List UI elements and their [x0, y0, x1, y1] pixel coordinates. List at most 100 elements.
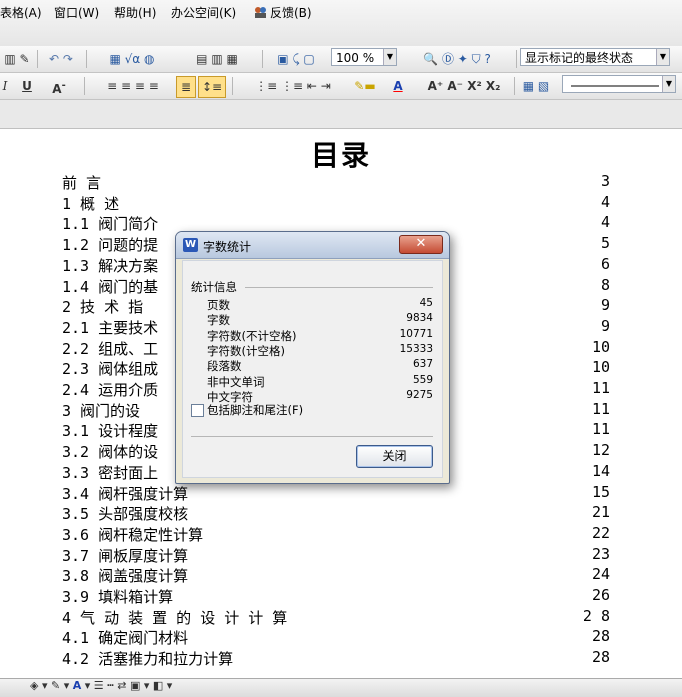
toc-entry-page: 8: [600, 275, 610, 294]
char-shading-icon[interactable]: A-: [48, 76, 70, 96]
toc-entry: 前 言 3: [62, 172, 610, 192]
word-count-dialog: W 字数统计 ✕ 统计信息 页数 45 字数 9834 字符数(不计空格) 10771 字符…: [175, 231, 450, 484]
toolbar-separator: [516, 50, 517, 68]
toc-entry-page: 12: [591, 441, 610, 460]
toc-entry-text: 3.7 闸板厚度计算: [62, 546, 189, 565]
highlight-icon[interactable]: ✎▬: [350, 76, 380, 96]
toc-entry-text: 前 言: [62, 174, 102, 192]
toc-entry-page: 26: [591, 586, 610, 604]
toc-entry-page: 22: [591, 523, 610, 542]
toc-entry-text: 1.3 解决方案: [62, 256, 159, 275]
group-label: 统计信息: [191, 280, 237, 294]
insert-table-chart-icon[interactable]: ▦ √α ◍: [92, 49, 172, 69]
toc-entry-page: 3: [600, 172, 610, 190]
toc-entry-page: 28: [591, 627, 610, 646]
toc-entry-text: 2 技 术 指: [62, 298, 144, 317]
stat-value: 9834: [406, 312, 433, 325]
dialog-body: 统计信息 页数 45 字数 9834 字符数(不计空格) 10771 字符数(计空格) 153…: [182, 260, 443, 478]
toc-entry-page: 2 8: [582, 606, 610, 625]
toc-entry-text: 2.1 主要技术: [62, 318, 159, 337]
menu-bar: 表格(A) 窗口(W) 帮助(H) 办公空间(K) 反馈(B): [0, 0, 682, 47]
toc-entry-page: 24: [591, 565, 610, 584]
toc-entry-text: 3 阀门的设: [62, 401, 141, 420]
distributed-align-icon[interactable]: ≣: [176, 76, 196, 98]
toc-entry: 4.1 确定阀门材料 28: [62, 627, 610, 647]
zoom-select[interactable]: 100 % ▼: [331, 48, 397, 66]
toc-entry-page: 4: [600, 213, 610, 232]
dialog-title: 字数统计: [203, 240, 252, 254]
drawing-toolbar: ◈ ▾ ✎ ▾ A ▾ ☰ ┅ ⇄ ▣ ▾ ◧ ▾: [0, 678, 682, 697]
stat-label: 字符数(计空格): [207, 343, 285, 358]
toolbar-separator: [514, 77, 515, 95]
research-help-icon[interactable]: 🔍 Ⓓ ✦ ⛉ ?: [402, 49, 512, 69]
toc-entry-text: 3.8 阀盖强度计算: [62, 567, 189, 586]
line-spacing-icon[interactable]: ↕≡: [198, 76, 226, 98]
menu-table[interactable]: 表格(A): [0, 4, 42, 22]
menu-feedback[interactable]: 反馈(B): [270, 4, 312, 22]
footnote-checkbox[interactable]: [191, 404, 204, 417]
toolbar-separator: [262, 50, 263, 68]
toc-entry-text: 3.4 阀杆强度计算: [62, 484, 189, 503]
table-border-icons[interactable]: ▦ ▧: [518, 76, 554, 96]
toc-entry-page: 11: [591, 399, 610, 418]
document-map-icon[interactable]: ▣ ⤹ ▢: [266, 49, 326, 69]
stat-value: 45: [419, 297, 433, 309]
toc-entry-page: 9: [600, 296, 610, 315]
format-painter-icon[interactable]: ▥ ✎: [2, 49, 32, 69]
toc-entry-text: 1.1 阀门简介: [62, 215, 159, 234]
toc-entry: 3.8 阀盖强度计算 24: [62, 565, 610, 585]
close-icon[interactable]: ✕: [399, 235, 443, 254]
toc-entry: 3.6 阀杆稳定性计算 22: [62, 524, 610, 544]
font-color-icon[interactable]: A: [386, 76, 410, 96]
button-divider: [191, 436, 433, 437]
toc-entry: 3.9 填料箱计算 26: [62, 586, 610, 606]
menu-office-space[interactable]: 办公空间(K): [171, 4, 236, 22]
toc-entry-text: 3.2 阀体的设: [62, 443, 159, 462]
toc-entry-text: 2.4 运用介质: [62, 381, 159, 399]
toc-entry: 3.5 头部强度校核 21: [62, 503, 610, 523]
stat-value: 15333: [399, 342, 433, 355]
menu-window[interactable]: 窗口(W): [54, 4, 99, 22]
stat-label: 非中文单词: [207, 374, 265, 389]
toc-entry-text: 4.2 活塞推力和拉力计算: [62, 650, 234, 669]
toc-title: 目录: [310, 139, 371, 172]
undo-redo-icon[interactable]: ↶ ↷: [42, 49, 80, 69]
toolbar-separator: [37, 50, 38, 68]
footnote-checkbox-label[interactable]: 包括脚注和尾注(F): [207, 402, 303, 418]
drawing-tools-icons[interactable]: ◈ ▾ ✎ ▾ A ▾ ☰ ┅ ⇄ ▣ ▾ ◧ ▾: [30, 679, 172, 692]
toc-entry: 4 气 动 装 置 的 设 计 计 算 2 8: [62, 607, 610, 627]
toc-entry-page: 15: [591, 482, 610, 501]
toc-entry-page: 4: [600, 192, 610, 211]
list-indent-icons[interactable]: ⋮≡ ⋮≡ ⇤ ⇥: [238, 76, 348, 96]
toc-entry: 1 概 述 4: [62, 193, 610, 213]
stat-label: 页数: [207, 298, 230, 312]
toc-entry-text: 2.2 组成、工: [62, 339, 159, 358]
toc-entry-page: 14: [591, 461, 610, 480]
toc-entry-page: 5: [600, 234, 610, 253]
toc-entry-text: 1.4 阀门的基: [62, 277, 159, 296]
border-style-select[interactable]: ▼: [562, 75, 676, 93]
italic-icon[interactable]: I: [0, 76, 10, 96]
markup-view-select[interactable]: 显示标记的最终状态 ▼: [520, 48, 670, 66]
dialog-titlebar[interactable]: W 字数统计 ✕: [176, 232, 449, 259]
toc-entry-page: 28: [591, 648, 610, 667]
stat-label: 字符数(不计空格): [207, 328, 297, 343]
ruler: [0, 100, 682, 129]
align-icons[interactable]: ≡ ≡ ≡ ≡: [88, 76, 178, 96]
stat-row: 页数 45: [207, 297, 433, 312]
menu-feedback-icon[interactable]: [252, 4, 268, 22]
toc-entry: 4.2 活塞推力和拉力计算 28: [62, 648, 610, 668]
toc-entry-text: 3.1 设计程度: [62, 422, 159, 441]
toc-entry-text: 1 概 述: [62, 194, 120, 213]
toc-entry-page: 10: [591, 358, 610, 377]
toc-entry-text: 3.5 头部强度校核: [62, 505, 189, 524]
stat-value: 9275: [406, 388, 433, 401]
underline-icon[interactable]: U: [18, 76, 36, 96]
toc-entry-page: 23: [591, 544, 610, 563]
formatting-toolbar: I U A- ≡ ≡ ≡ ≡ ≣ ↕≡ ⋮≡ ⋮≡ ⇤ ⇥ ✎▬ A A⁺ A⁻…: [0, 73, 682, 100]
menu-help[interactable]: 帮助(H): [114, 4, 156, 22]
close-button[interactable]: 关闭: [356, 445, 433, 468]
columns-icon[interactable]: ▤ ▥ ▦: [172, 49, 262, 69]
font-size-script-icons[interactable]: A⁺ A⁻ X² X₂: [416, 76, 512, 96]
toc-entry-text: 3.3 密封面上: [62, 463, 159, 482]
